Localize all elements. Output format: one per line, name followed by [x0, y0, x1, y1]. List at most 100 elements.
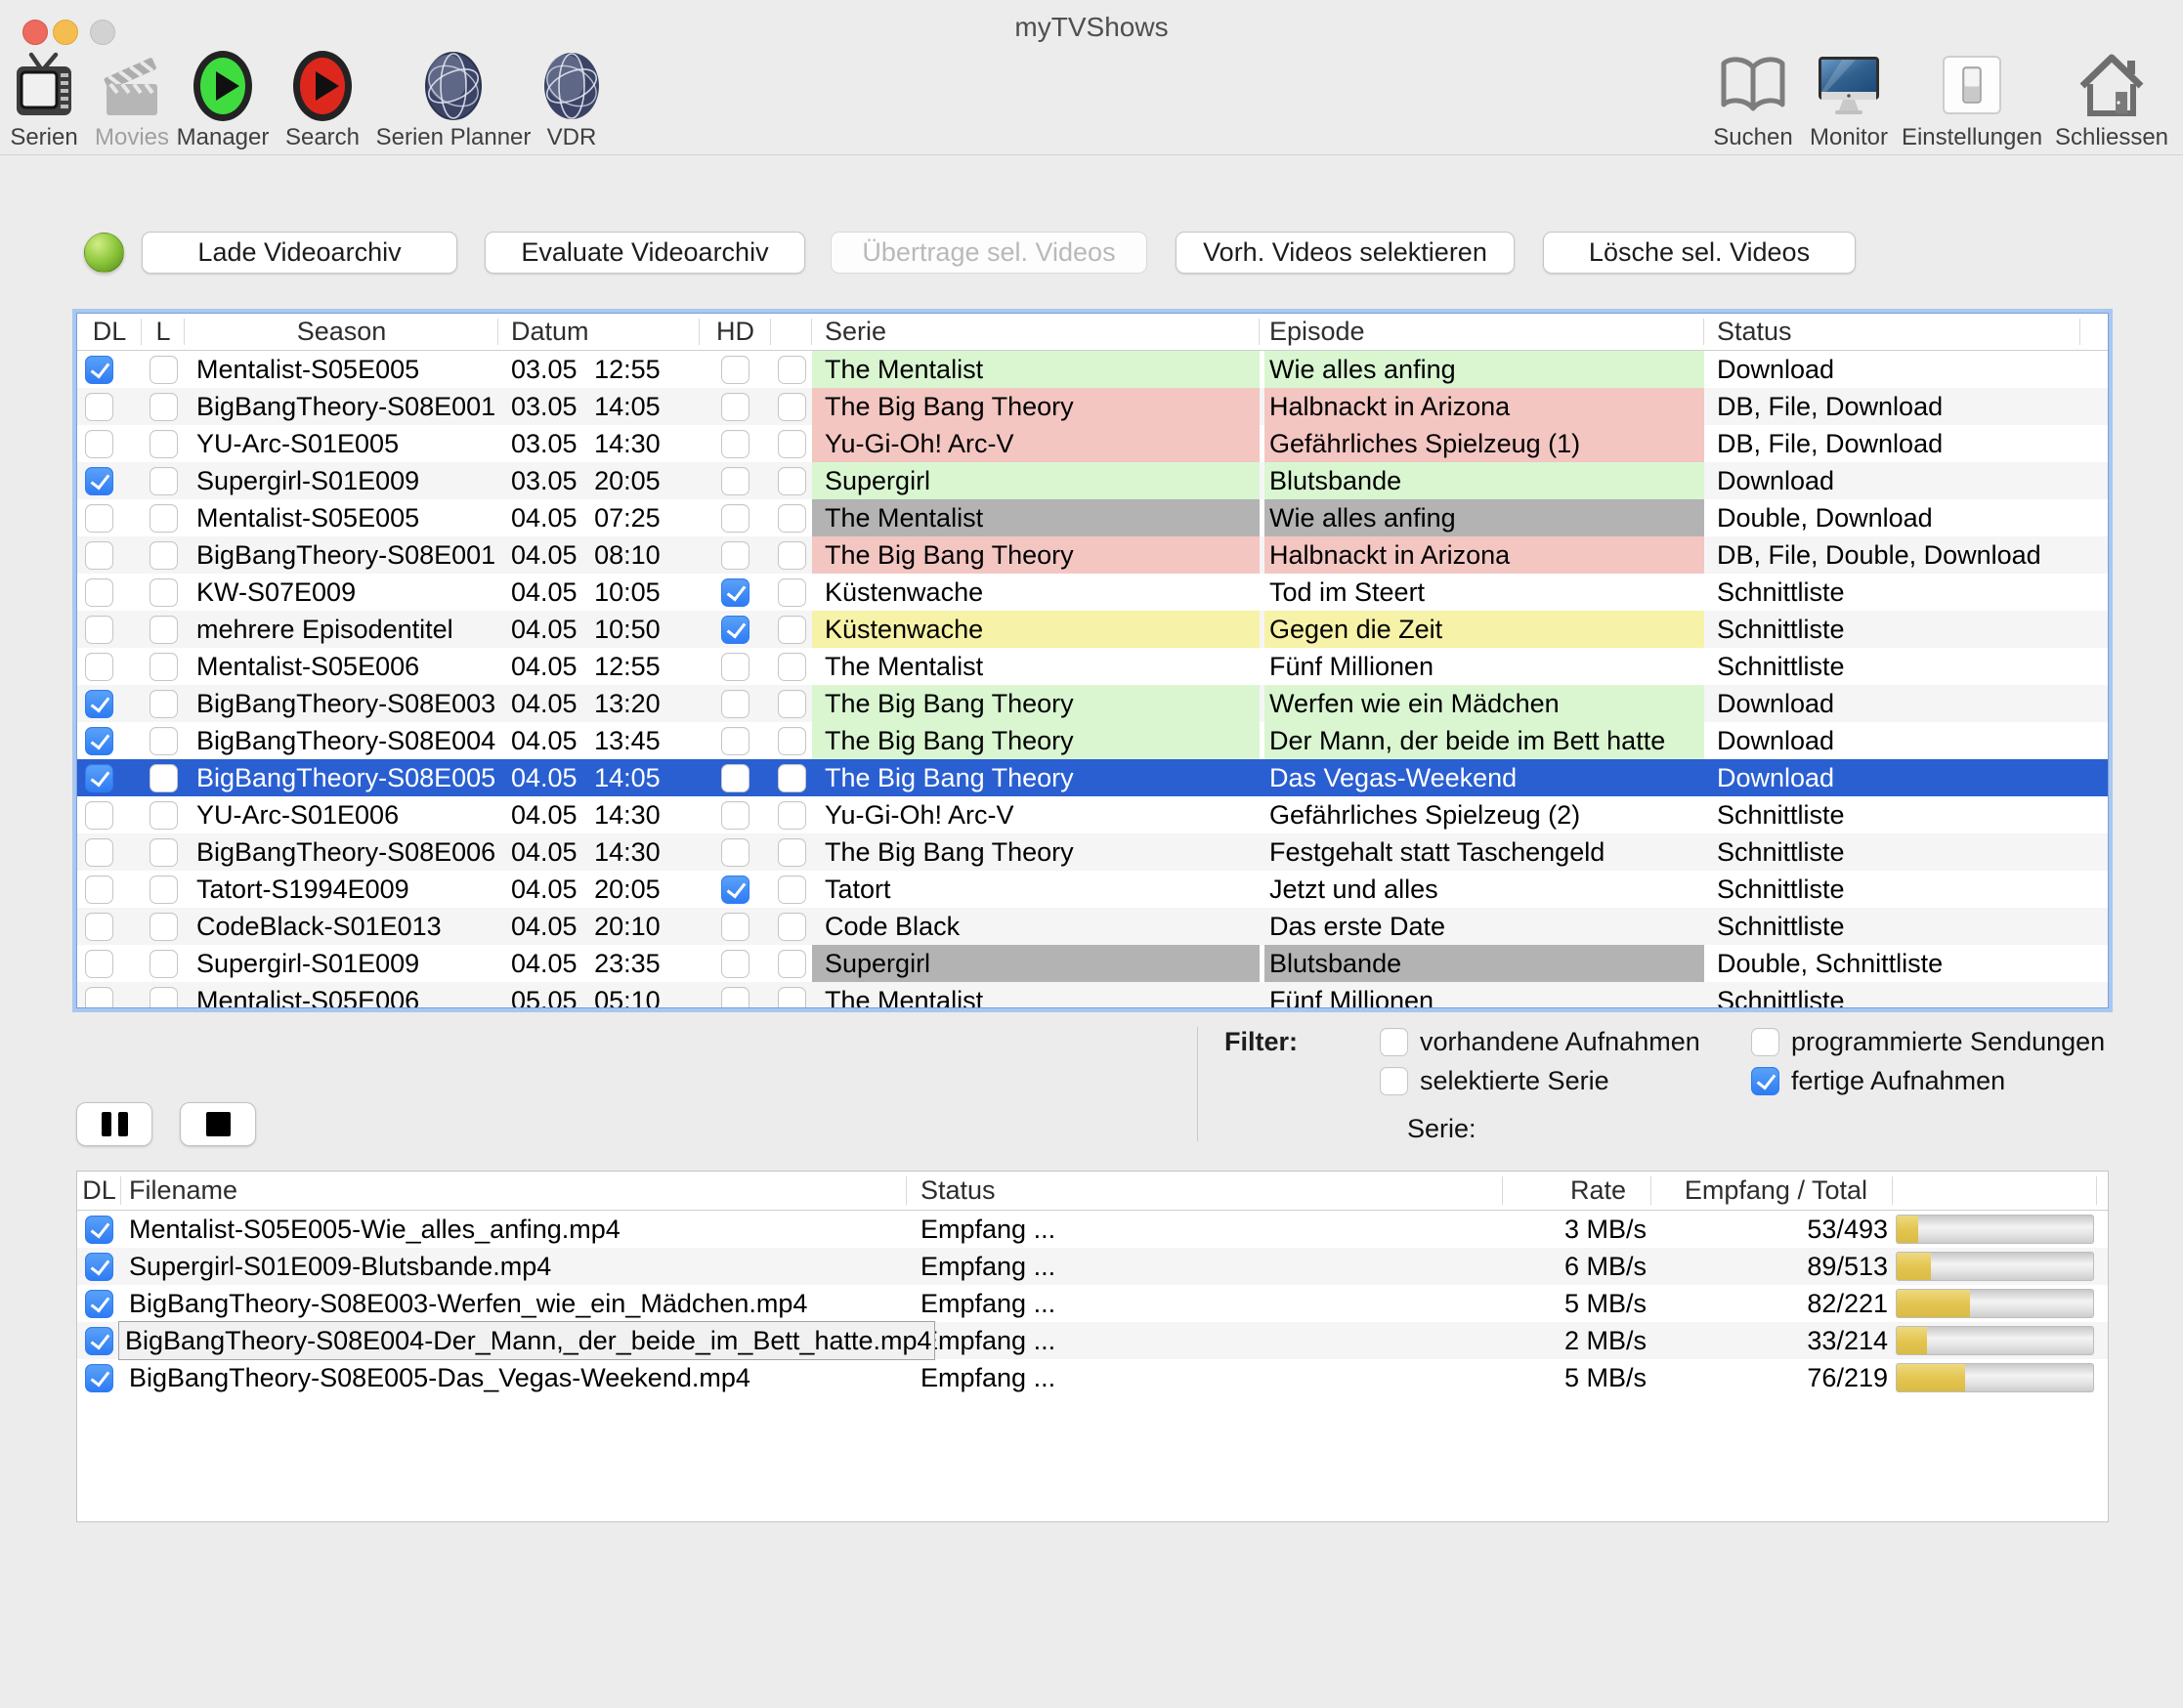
hd-checkbox[interactable] [721, 987, 749, 1009]
l-checkbox[interactable] [150, 764, 178, 792]
hd-checkbox[interactable] [721, 430, 749, 458]
filter-fertige-aufnahmen[interactable]: fertige Aufnahmen [1751, 1065, 2005, 1096]
extra-checkbox[interactable] [778, 541, 806, 570]
toolbar-search[interactable]: Search [283, 43, 362, 152]
extra-checkbox[interactable] [778, 653, 806, 681]
l-checkbox[interactable] [150, 690, 178, 718]
hd-checkbox[interactable] [721, 801, 749, 830]
extra-checkbox[interactable] [778, 616, 806, 644]
toolbar-einstellungen[interactable]: Einstellungen [1892, 43, 2052, 152]
episode-row[interactable]: BigBangTheory-S08E00404.05 13:45The Big … [77, 722, 2108, 759]
toolbar-serien-planner[interactable]: Serien Planner [377, 43, 530, 152]
toolbar-serien[interactable]: Serien [10, 43, 78, 152]
episode-row[interactable]: Supergirl-S01E00903.05 20:05SupergirlBlu… [77, 462, 2108, 499]
column-header-hd[interactable]: HD [700, 314, 771, 350]
stop-button[interactable] [180, 1102, 256, 1146]
l-checkbox[interactable] [150, 801, 178, 830]
checkbox-icon[interactable] [1380, 1067, 1408, 1095]
lade-videoarchiv-button[interactable]: Lade Videoarchiv [142, 232, 457, 274]
extra-checkbox[interactable] [778, 801, 806, 830]
dl-checkbox[interactable] [85, 875, 113, 904]
extra-checkbox[interactable] [778, 504, 806, 533]
dl-checkbox[interactable] [85, 616, 113, 644]
episode-row[interactable]: Mentalist-S05E00604.05 12:55The Mentalis… [77, 648, 2108, 685]
toolbar-manager[interactable]: Manager [176, 43, 270, 152]
download-row[interactable]: Supergirl-S01E009-Blutsbande.mp4Empfang … [77, 1248, 2108, 1285]
hd-checkbox[interactable] [721, 875, 749, 904]
episode-row[interactable]: BigBangTheory-S08E00504.05 14:05The Big … [77, 759, 2108, 796]
dl-checkbox[interactable] [85, 1364, 113, 1392]
episode-row[interactable]: YU-Arc-S01E00503.05 14:30Yu-Gi-Oh! Arc-V… [77, 425, 2108, 462]
dl-checkbox[interactable] [85, 764, 113, 792]
uebertrage-videos-button[interactable]: Übertrage sel. Videos [831, 232, 1147, 274]
checkbox-icon[interactable] [1751, 1028, 1779, 1056]
extra-checkbox[interactable] [778, 950, 806, 978]
dl-checkbox[interactable] [85, 1290, 113, 1318]
column-header-empfang-total[interactable]: Empfang / Total [1651, 1172, 1893, 1210]
l-checkbox[interactable] [150, 504, 178, 533]
filter-programmierte-sendungen[interactable]: programmierte Sendungen [1751, 1026, 2105, 1057]
l-checkbox[interactable] [150, 467, 178, 495]
extra-checkbox[interactable] [778, 727, 806, 755]
column-header-episode[interactable]: Episode [1260, 314, 1704, 350]
extra-checkbox[interactable] [778, 987, 806, 1009]
l-checkbox[interactable] [150, 727, 178, 755]
toolbar-vdr[interactable]: VDR [543, 43, 600, 152]
l-checkbox[interactable] [150, 950, 178, 978]
filter-vorhandene-aufnahmen[interactable]: vorhandene Aufnahmen [1380, 1026, 1700, 1057]
extra-checkbox[interactable] [778, 913, 806, 941]
dl-checkbox[interactable] [85, 653, 113, 681]
column-header-dl[interactable]: DL [77, 1172, 121, 1210]
l-checkbox[interactable] [150, 987, 178, 1009]
column-header-datum[interactable]: Datum [498, 314, 700, 350]
dl-checkbox[interactable] [85, 541, 113, 570]
dl-checkbox[interactable] [85, 393, 113, 421]
hd-checkbox[interactable] [721, 504, 749, 533]
loesche-videos-button[interactable]: Lösche sel. Videos [1543, 232, 1856, 274]
episode-row[interactable]: Supergirl-S01E00904.05 23:35SupergirlBlu… [77, 945, 2108, 982]
hd-checkbox[interactable] [721, 653, 749, 681]
hd-checkbox[interactable] [721, 727, 749, 755]
column-header-l[interactable]: L [142, 314, 185, 350]
dl-checkbox[interactable] [85, 356, 113, 384]
extra-checkbox[interactable] [778, 690, 806, 718]
hd-checkbox[interactable] [721, 467, 749, 495]
extra-checkbox[interactable] [778, 578, 806, 607]
toolbar-movies[interactable]: Movies [94, 43, 170, 152]
dl-checkbox[interactable] [85, 913, 113, 941]
dl-checkbox[interactable] [85, 801, 113, 830]
column-header-dl[interactable]: DL [77, 314, 142, 350]
dl-checkbox[interactable] [85, 467, 113, 495]
dl-checkbox[interactable] [85, 504, 113, 533]
episode-row[interactable]: mehrere Episodentitel04.05 10:50Küstenwa… [77, 611, 2108, 648]
dl-checkbox[interactable] [85, 430, 113, 458]
l-checkbox[interactable] [150, 541, 178, 570]
dl-checkbox[interactable] [85, 1327, 113, 1355]
download-row[interactable]: Mentalist-S05E005-Wie_alles_anfing.mp4Em… [77, 1211, 2108, 1248]
extra-checkbox[interactable] [778, 838, 806, 867]
hd-checkbox[interactable] [721, 616, 749, 644]
column-header-serie[interactable]: Serie [812, 314, 1260, 350]
column-header-extra[interactable] [771, 314, 812, 350]
l-checkbox[interactable] [150, 578, 178, 607]
evaluate-videoarchiv-button[interactable]: Evaluate Videoarchiv [485, 232, 805, 274]
extra-checkbox[interactable] [778, 467, 806, 495]
vorh-videos-selektieren-button[interactable]: Vorh. Videos selektieren [1176, 232, 1515, 274]
hd-checkbox[interactable] [721, 950, 749, 978]
hd-checkbox[interactable] [721, 578, 749, 607]
column-header-rate[interactable]: Rate [1503, 1172, 1651, 1210]
episode-row[interactable]: Tatort-S1994E00904.05 20:05TatortJetzt u… [77, 871, 2108, 908]
episode-row[interactable]: BigBangTheory-S08E00304.05 13:20The Big … [77, 685, 2108, 722]
dl-checkbox[interactable] [85, 578, 113, 607]
dl-checkbox[interactable] [85, 727, 113, 755]
l-checkbox[interactable] [150, 430, 178, 458]
hd-checkbox[interactable] [721, 764, 749, 792]
episode-row[interactable]: BigBangTheory-S08E00103.05 14:05The Big … [77, 388, 2108, 425]
toolbar-schliessen[interactable]: Schliessen [2050, 43, 2173, 152]
extra-checkbox[interactable] [778, 393, 806, 421]
column-header-status[interactable]: Status [1704, 314, 2080, 350]
episode-row[interactable]: Mentalist-S05E00503.05 12:55The Mentalis… [77, 351, 2108, 388]
download-row[interactable]: BigBangTheory-S08E005-Das_Vegas-Weekend.… [77, 1359, 2108, 1396]
l-checkbox[interactable] [150, 356, 178, 384]
extra-checkbox[interactable] [778, 356, 806, 384]
